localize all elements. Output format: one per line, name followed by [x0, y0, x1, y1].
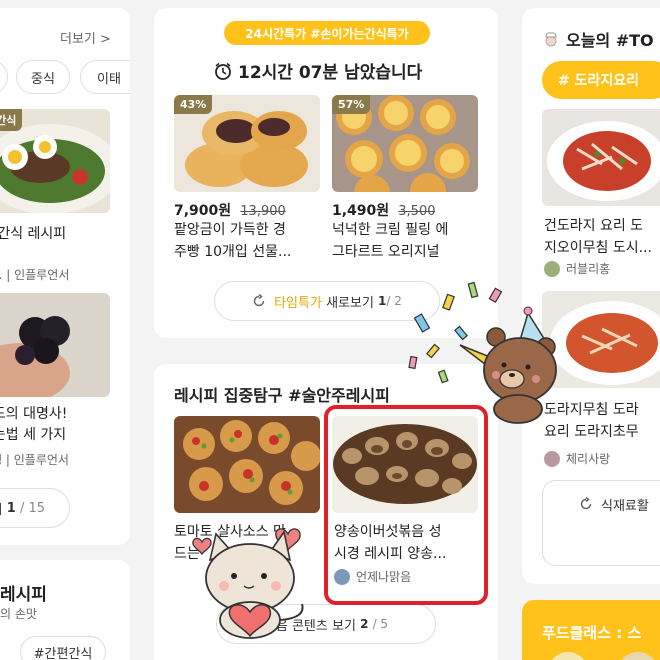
bellflower-dish-image: [542, 109, 660, 206]
discount-badge: 43%: [174, 95, 213, 114]
more-link[interactable]: 더보기 >: [60, 28, 111, 47]
category-chip-chinese[interactable]: 중식: [16, 60, 70, 94]
deal-name-line2[interactable]: 그타르트 오리지널: [332, 242, 440, 262]
right-chip[interactable]: # 도라지요리: [542, 61, 660, 99]
left-card-2: 레시피 의 손맛 #간편간식: [0, 560, 130, 660]
post-thumbnail[interactable]: [0, 293, 110, 397]
section-subtitle: 의 손맛: [0, 607, 37, 621]
mulberry-image: [0, 293, 110, 397]
deal-tag: 24시간특가 #손이가는간식특가: [224, 21, 430, 45]
tomato-salsa-image: [174, 416, 320, 513]
alarm-clock-icon: [215, 62, 231, 80]
category-badge: 주간식: [0, 109, 23, 131]
deal-old-price: 3,500: [398, 204, 436, 219]
category-chip-italian[interactable]: 이태: [80, 60, 130, 94]
post-title-line2[interactable]: 지오이무침 도시...: [544, 238, 652, 258]
ingredient-button[interactable]: 식재료활: [542, 480, 660, 566]
pager-button[interactable]: 기 1 / 15: [0, 488, 70, 528]
post-thumbnail[interactable]: 주간식: [0, 109, 110, 213]
banner-image: [618, 652, 658, 660]
post-meta: 타... | 인플루언서: [0, 268, 70, 282]
hashtag-chip[interactable]: #간편간식: [20, 636, 106, 660]
category-chip-0[interactable]: [0, 60, 8, 94]
left-card: 더보기 > 중식 이태 주간식 된 간식 레시피 타... | 인플루언서 푸드…: [0, 8, 130, 545]
deal-name-line1[interactable]: 팥앙금이 가득한 경: [174, 220, 286, 240]
recipe-thumbnail[interactable]: [174, 416, 320, 513]
post-author[interactable]: 체리사랑: [544, 450, 610, 468]
cat-with-heart-sticker: [192, 528, 304, 639]
refresh-icon: [253, 294, 265, 307]
deal-name-line2[interactable]: 주빵 10개입 선물...: [174, 242, 291, 262]
deal-name-line1[interactable]: 넉넉한 크림 필링 에: [332, 220, 448, 240]
party-bear-sticker: [408, 281, 557, 424]
deal-thumbnail[interactable]: 43%: [174, 95, 320, 192]
deal-price-row: 7,900원 13,900: [174, 200, 286, 220]
highlight-box: [324, 405, 488, 605]
food-class-banner[interactable]: 푸드클래스 : 스: [522, 600, 660, 660]
deal-price: 1,490원: [332, 203, 390, 219]
post-meta: 는댕 | 인플루언서: [0, 453, 69, 467]
countdown: 12시간 07분 남았습니다: [214, 58, 422, 83]
deal-thumbnail[interactable]: 57%: [332, 95, 478, 192]
discount-badge: 57%: [332, 95, 371, 114]
chef-icon: [545, 32, 557, 47]
deal-old-price: 13,900: [240, 204, 286, 219]
right-title: 오늘의 #TO: [542, 27, 654, 51]
post-title-line1[interactable]: 건도라지 요리 도: [544, 216, 643, 236]
avatar: [544, 451, 560, 467]
deal-price-row: 1,490원 3,500: [332, 200, 435, 220]
recipe-section-title: 레시피 집중탐구 #술안주레시피: [174, 386, 390, 405]
post-title-line1[interactable]: 푸드의 대명사!: [0, 404, 67, 424]
post-title-line2[interactable]: 요리 도라지초무: [544, 422, 639, 442]
banner-image: [548, 652, 588, 660]
post-thumbnail[interactable]: [542, 109, 660, 206]
post-title-line2[interactable]: 먹는법 세 가지: [0, 425, 66, 445]
post-title[interactable]: 된 간식 레시피: [0, 224, 66, 244]
section-title: 레시피: [0, 585, 47, 605]
deal-price: 7,900원: [174, 203, 232, 219]
refresh-icon: [580, 497, 592, 510]
